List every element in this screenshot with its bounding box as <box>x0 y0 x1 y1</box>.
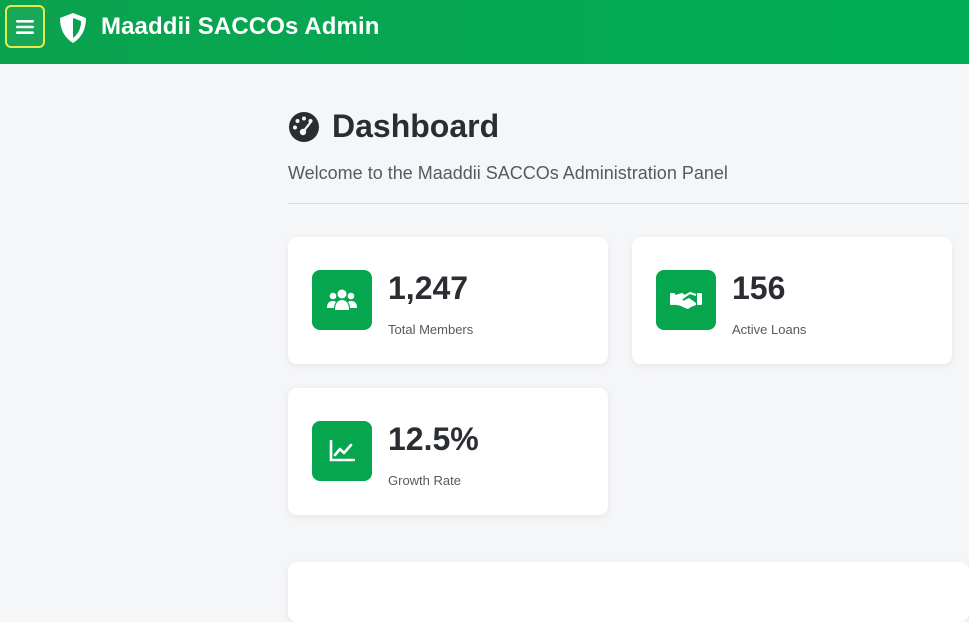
stat-icon-box <box>656 270 716 330</box>
hamburger-menu-icon <box>16 19 34 34</box>
stat-card-active-loans: 156 Active Loans <box>632 237 952 364</box>
stat-label: Active Loans <box>732 322 807 337</box>
dashboard-gauge-icon <box>289 112 319 142</box>
chart-line-icon <box>329 440 355 462</box>
shield-icon <box>60 13 86 43</box>
stat-value: 156 <box>732 270 786 306</box>
stat-card-growth-rate: 12.5% Growth Rate <box>288 388 608 515</box>
app-title: Maaddii SACCOs Admin <box>101 13 380 40</box>
stat-label: Growth Rate <box>388 473 461 488</box>
stat-value: 1,247 <box>388 270 469 306</box>
content-panel <box>288 562 969 622</box>
users-icon <box>327 289 357 310</box>
stat-value: 12.5% <box>388 421 479 457</box>
top-bar: Maaddii SACCOs Admin <box>0 0 969 64</box>
stat-label: Total Members <box>388 322 474 337</box>
menu-toggle-button[interactable] <box>5 5 45 48</box>
page-subtitle: Welcome to the Maaddii SACCOs Administra… <box>288 163 728 183</box>
stat-icon-box <box>312 270 372 330</box>
stat-card-total-members: 1,247 Total Members <box>288 237 608 364</box>
page-title: Dashboard <box>332 108 500 144</box>
handshake-icon <box>670 291 702 309</box>
stat-icon-box <box>312 421 372 481</box>
divider <box>288 203 969 204</box>
